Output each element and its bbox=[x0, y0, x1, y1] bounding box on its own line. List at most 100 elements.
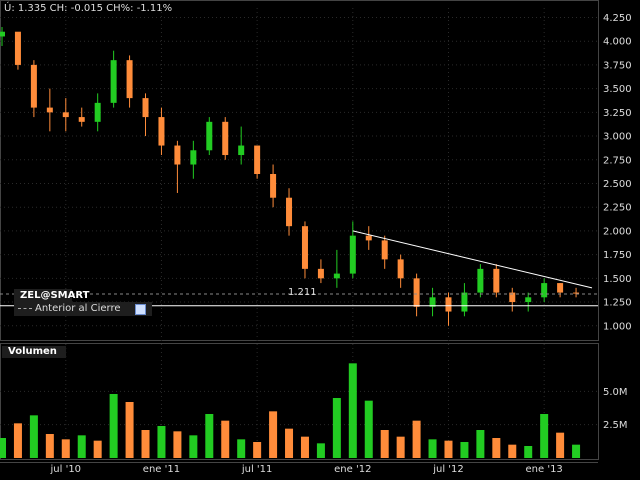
candle-body bbox=[301, 226, 308, 269]
candle-body bbox=[126, 60, 133, 99]
volume-bar bbox=[109, 394, 118, 458]
candle-body bbox=[461, 292, 468, 312]
volume-bar bbox=[556, 432, 565, 458]
candle-body bbox=[94, 102, 101, 122]
price-tick-label: 3.000 bbox=[603, 132, 632, 143]
volume-bar bbox=[444, 440, 453, 458]
volume-bar bbox=[125, 402, 134, 458]
volume-bar bbox=[460, 442, 469, 458]
volume-bar bbox=[77, 435, 86, 458]
trendline bbox=[352, 230, 593, 289]
price-tick-label: 4.000 bbox=[603, 37, 632, 48]
price-tick-label: 3.500 bbox=[603, 84, 632, 95]
price-tick-label: 1.500 bbox=[603, 274, 632, 285]
price-tick-label: 2.250 bbox=[603, 203, 632, 214]
symbol-label[interactable]: ZEL@SMART bbox=[14, 289, 89, 302]
volume-bar bbox=[141, 430, 150, 458]
volume-bar bbox=[285, 428, 294, 458]
candle-body bbox=[62, 112, 69, 118]
volume-title: Volumen bbox=[2, 346, 66, 358]
volume-bar bbox=[173, 431, 182, 458]
candle-body bbox=[286, 197, 293, 227]
volume-bar bbox=[157, 426, 166, 458]
volume-bar bbox=[524, 446, 533, 458]
volume-bar bbox=[364, 400, 373, 458]
volume-bar bbox=[61, 439, 70, 458]
checkbox-icon[interactable] bbox=[135, 304, 146, 315]
price-tick-label: 2.500 bbox=[603, 179, 632, 190]
time-tick-label: ene '12 bbox=[334, 464, 371, 475]
volume-bar bbox=[205, 414, 214, 458]
volume-bar bbox=[572, 444, 581, 458]
price-tick-label: 4.250 bbox=[603, 13, 632, 24]
legend-label: Anterior al Cierre bbox=[35, 303, 121, 314]
volume-tick-label: 2.5M bbox=[603, 420, 628, 431]
candle-body bbox=[397, 259, 404, 279]
candle-body bbox=[557, 283, 564, 293]
candle-body bbox=[142, 98, 149, 118]
price-tick-label: 2.000 bbox=[603, 226, 632, 237]
candle-body bbox=[493, 268, 500, 293]
candle-body bbox=[0, 31, 5, 37]
volume-bar bbox=[412, 420, 421, 458]
candle-body bbox=[541, 283, 548, 298]
volume-bar bbox=[316, 443, 325, 458]
volume-bar bbox=[300, 436, 309, 458]
candle-body bbox=[158, 117, 165, 146]
volume-bar bbox=[380, 430, 389, 458]
volume-bar bbox=[428, 439, 437, 458]
candle-body bbox=[413, 278, 420, 307]
price-tick-label: 3.250 bbox=[603, 108, 632, 119]
volume-bar bbox=[93, 440, 102, 458]
dashed-line-icon bbox=[18, 307, 32, 309]
candle-body bbox=[349, 235, 356, 274]
candle-body bbox=[254, 145, 261, 174]
quote-info: Ú: 1.335 CH: -0.015 CH%: -1.11% bbox=[4, 3, 173, 14]
candle-body bbox=[30, 64, 37, 108]
grid bbox=[0, 0, 599, 463]
previous-close-value: 1.211 bbox=[288, 287, 317, 298]
candle-body bbox=[365, 235, 372, 241]
candle-body bbox=[333, 273, 340, 279]
legend-previous-close[interactable]: Anterior al Cierre bbox=[14, 302, 152, 316]
volume-bar bbox=[221, 420, 230, 458]
candle-body bbox=[381, 240, 388, 260]
volume-bar bbox=[189, 435, 198, 458]
candle-body bbox=[190, 150, 197, 165]
candle-body bbox=[46, 107, 53, 113]
volume-bars bbox=[0, 363, 581, 458]
candle-body bbox=[270, 174, 277, 198]
candle-body bbox=[445, 297, 452, 312]
price-tick-label: 2.750 bbox=[603, 155, 632, 166]
time-tick-label: jul '10 bbox=[50, 464, 82, 475]
price-tick-label: 1.750 bbox=[603, 250, 632, 261]
candle-body bbox=[238, 145, 245, 156]
candle-body bbox=[525, 297, 532, 303]
candle-body bbox=[573, 292, 580, 294]
volume-bar bbox=[269, 411, 278, 458]
volume-bar bbox=[253, 442, 262, 458]
candle-body bbox=[174, 145, 181, 165]
volume-bar bbox=[348, 363, 357, 458]
price-axis: 1.000 1.250 1.500 1.750 2.000 2.250 2.500 2.750… bbox=[603, 13, 632, 332]
volume-bar bbox=[332, 398, 341, 458]
time-tick-label: ene '13 bbox=[526, 464, 563, 475]
volume-bar bbox=[396, 436, 405, 458]
volume-bar bbox=[45, 434, 54, 458]
volume-bar bbox=[13, 423, 22, 458]
price-tick-label: 1.250 bbox=[603, 298, 632, 309]
volume-tick-label: 5.0M bbox=[603, 387, 628, 398]
candle-body bbox=[222, 121, 229, 156]
time-tick-label: jul '12 bbox=[432, 464, 464, 475]
time-tick-label: jul '11 bbox=[241, 464, 273, 475]
price-volume-chart[interactable]: 1.000 1.250 1.500 1.750 2.000 2.250 2.500 2.750… bbox=[0, 0, 640, 480]
volume-bar bbox=[237, 439, 246, 458]
volume-bar bbox=[492, 438, 501, 458]
candle-body bbox=[78, 117, 85, 122]
candle-body bbox=[14, 31, 21, 65]
candle-body bbox=[317, 268, 324, 279]
candle-body bbox=[477, 268, 484, 293]
volume-axis: 2.5M 5.0M bbox=[603, 387, 628, 431]
time-tick-label: ene '11 bbox=[143, 464, 180, 475]
price-tick-label: 3.750 bbox=[603, 60, 632, 71]
